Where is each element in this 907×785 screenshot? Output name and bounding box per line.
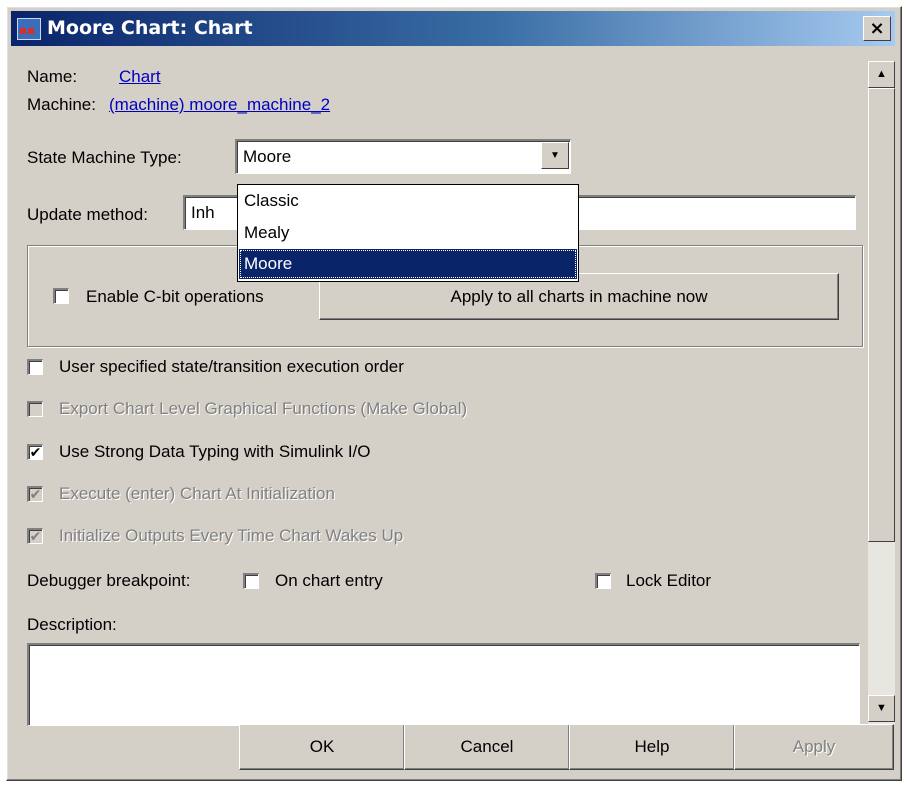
state-machine-type-label: State Machine Type: xyxy=(27,148,182,167)
strong-typing-label: Use Strong Data Typing with Simulink I/O xyxy=(59,442,371,461)
window-title: Moore Chart: Chart xyxy=(47,17,253,39)
close-icon[interactable]: × xyxy=(863,16,891,41)
init-outputs-checkbox: ✔ xyxy=(27,528,43,544)
on-chart-entry-label: On chart entry xyxy=(275,571,383,590)
option-moore[interactable]: Moore xyxy=(239,249,577,279)
update-method-value: Inh xyxy=(191,203,215,222)
description-textarea[interactable] xyxy=(27,643,860,726)
name-link[interactable]: Chart xyxy=(119,67,161,87)
lock-editor-checkbox[interactable] xyxy=(595,573,611,589)
strong-typing-checkbox[interactable]: ✔ xyxy=(27,444,43,460)
export-functions-checkbox xyxy=(27,401,43,417)
exec-order-checkbox[interactable] xyxy=(27,359,43,375)
exec-order-label: User specified state/transition executio… xyxy=(59,357,404,376)
execute-at-init-label: Execute (enter) Chart At Initialization xyxy=(59,484,335,503)
execute-at-init-checkbox: ✔ xyxy=(27,486,43,502)
scroll-up-icon[interactable]: ▲ xyxy=(868,61,895,88)
vertical-scrollbar[interactable]: ▲ ▼ xyxy=(868,61,895,724)
help-button[interactable]: Help xyxy=(569,724,735,770)
state-machine-type-dropdown: Classic Mealy Moore xyxy=(237,184,579,282)
debugger-breakpoint-label: Debugger breakpoint: xyxy=(27,571,191,590)
state-machine-type-select[interactable]: Moore ▼ xyxy=(235,139,571,174)
machine-label: Machine: xyxy=(27,95,96,114)
stateflow-app-icon xyxy=(17,18,41,40)
chevron-down-icon[interactable]: ▼ xyxy=(541,142,569,169)
update-method-label: Update method: xyxy=(27,205,148,224)
export-functions-label: Export Chart Level Graphical Functions (… xyxy=(59,399,468,418)
init-outputs-label: Initialize Outputs Every Time Chart Wake… xyxy=(59,526,404,545)
enable-cbit-checkbox[interactable] xyxy=(53,288,69,304)
enable-cbit-label: Enable C-bit operations xyxy=(86,287,264,306)
state-machine-type-value: Moore xyxy=(243,147,292,166)
cancel-button[interactable]: Cancel xyxy=(404,724,570,770)
on-chart-entry-checkbox[interactable] xyxy=(243,573,259,589)
chart-properties-dialog: Moore Chart: Chart × Name: Chart Machine… xyxy=(6,6,902,781)
title-bar[interactable]: Moore Chart: Chart × xyxy=(11,11,895,46)
apply-button[interactable]: Apply xyxy=(734,724,894,770)
name-label: Name: xyxy=(27,67,78,86)
description-label: Description: xyxy=(27,615,117,634)
machine-link[interactable]: (machine) moore_machine_2 xyxy=(109,95,330,115)
option-mealy[interactable]: Mealy xyxy=(239,218,577,248)
scroll-down-icon[interactable]: ▼ xyxy=(868,695,895,722)
ok-button[interactable]: OK xyxy=(239,724,405,770)
option-classic[interactable]: Classic xyxy=(239,186,577,216)
scroll-thumb[interactable] xyxy=(868,88,895,542)
lock-editor-label: Lock Editor xyxy=(626,571,712,590)
